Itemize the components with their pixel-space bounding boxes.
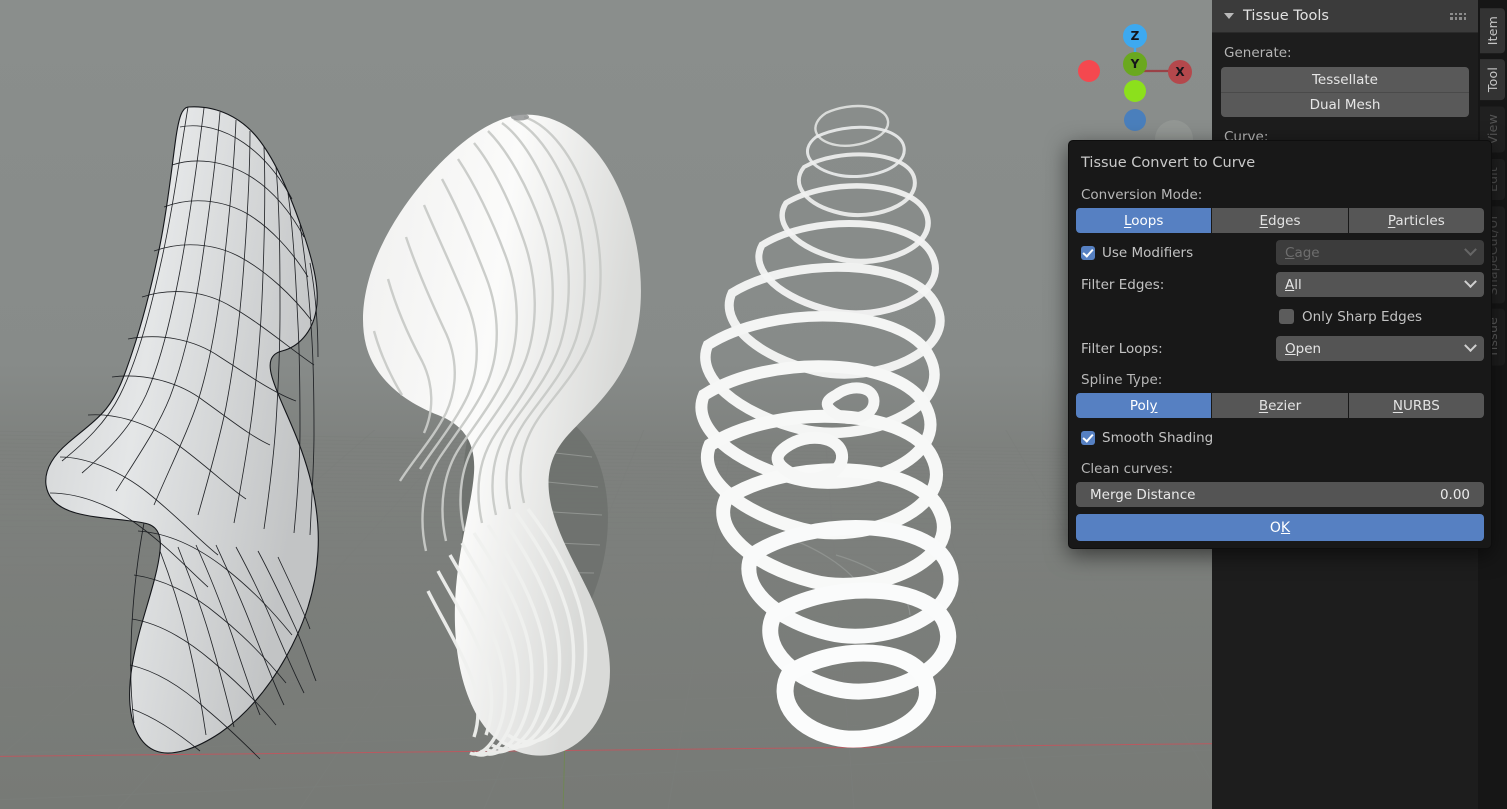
merge-distance-value: 0.00 [1439,486,1470,503]
gizmo-axis-z[interactable]: Z [1123,24,1147,48]
use-modifiers-row: Use Modifiers Cage [1076,240,1484,265]
chevron-down-icon [1464,275,1477,289]
spline-type-nurbs[interactable]: NURBS [1348,393,1484,418]
ok-button[interactable]: OK [1076,514,1484,541]
viewport-navigation-gizmo[interactable]: Z Y X [1072,8,1202,133]
gizmo-axis-neg-z[interactable] [1124,109,1146,131]
triangle-down-icon[interactable] [1224,13,1234,19]
gizmo-label-y: Y [1130,57,1140,71]
use-modifiers-checkbox[interactable] [1081,245,1095,260]
conversion-mode-edges[interactable]: Edges [1212,208,1348,233]
edges-rest: dges [1268,212,1301,229]
smooth-shading-label: Smooth Shading [1102,429,1214,446]
smooth-shading-row: Smooth Shading [1076,425,1484,450]
particles-rest: articles [1395,212,1445,229]
sidebar-tab-tool[interactable]: Tool [1480,59,1505,101]
tissue-tools-panel-header[interactable]: Tissue Tools [1212,0,1478,33]
gizmo-axis-neg-y[interactable] [1124,80,1146,102]
gizmo-axis-y[interactable]: Y [1123,52,1147,76]
filter-loops-label: Filter Loops: [1081,340,1163,357]
only-sharp-edges-label: Only Sharp Edges [1302,308,1423,325]
clean-curves-label: Clean curves: [1081,461,1174,477]
merge-distance-field[interactable]: Merge Distance 0.00 [1076,482,1484,507]
gizmo-axis-x[interactable]: X [1168,60,1192,84]
grip-dots-icon[interactable] [1450,12,1466,20]
spline-type-segmented-control: Poly Bezier NURBS [1076,393,1484,418]
gizmo-label-x: X [1175,65,1185,79]
poly-pre: Pol [1129,397,1150,414]
tissue-convert-to-curve-dialog: Tissue Convert to Curve Conversion Mode:… [1068,140,1492,549]
conversion-mode-label: Conversion Mode: [1081,187,1203,203]
filter-edges-dropdown[interactable]: All [1276,272,1484,297]
conversion-mode-segmented-control: Loops Edges Particles [1076,208,1484,233]
spline-type-label: Spline Type: [1081,372,1163,388]
chevron-down-icon [1464,243,1477,257]
sidebar-tab-item[interactable]: Item [1480,8,1505,54]
chevron-down-icon [1464,339,1477,353]
gizmo-label-z: Z [1130,29,1140,43]
gizmo-axis-neg-x[interactable] [1078,60,1100,82]
cage-rest: age [1294,244,1320,261]
loops-rest: oops [1131,212,1164,229]
only-sharp-edges-checkbox[interactable] [1279,309,1294,324]
merge-distance-label: Merge Distance [1090,486,1196,503]
tessellate-button[interactable]: Tessellate [1221,67,1469,92]
generate-section: Generate: Tessellate Dual Mesh [1212,33,1478,117]
curve-object-coil[interactable] [660,95,980,765]
filter-edges-label: Filter Edges: [1081,276,1165,293]
nurbs-rest: URBS [1402,397,1440,414]
smooth-shading-checkbox[interactable] [1081,430,1095,445]
use-modifiers-label: Use Modifiers [1102,244,1194,261]
generate-label: Generate: [1224,45,1292,61]
mesh-object-wireframe[interactable] [20,95,360,765]
conversion-mode-loops[interactable]: Loops [1076,208,1212,233]
conversion-mode-particles[interactable]: Particles [1348,208,1484,233]
dialog-title: Tissue Convert to Curve [1081,155,1256,171]
bezier-rest: ezier [1268,397,1302,414]
only-sharp-edges-row: Only Sharp Edges [1076,304,1484,329]
mesh-object-loops[interactable] [352,95,672,765]
modifier-mode-dropdown[interactable]: Cage [1276,240,1484,265]
all-rest: ll [1294,276,1302,293]
open-rest: pen [1295,340,1322,357]
dual-mesh-button[interactable]: Dual Mesh [1221,92,1469,117]
panel-title: Tissue Tools [1243,8,1329,24]
filter-edges-row: Filter Edges: All [1076,272,1484,297]
ok-pre: O [1269,519,1281,536]
spline-type-poly[interactable]: Poly [1076,393,1212,418]
filter-loops-dropdown[interactable]: Open [1276,336,1484,361]
filter-loops-row: Filter Loops: Open [1076,336,1484,361]
spline-type-bezier[interactable]: Bezier [1212,393,1348,418]
